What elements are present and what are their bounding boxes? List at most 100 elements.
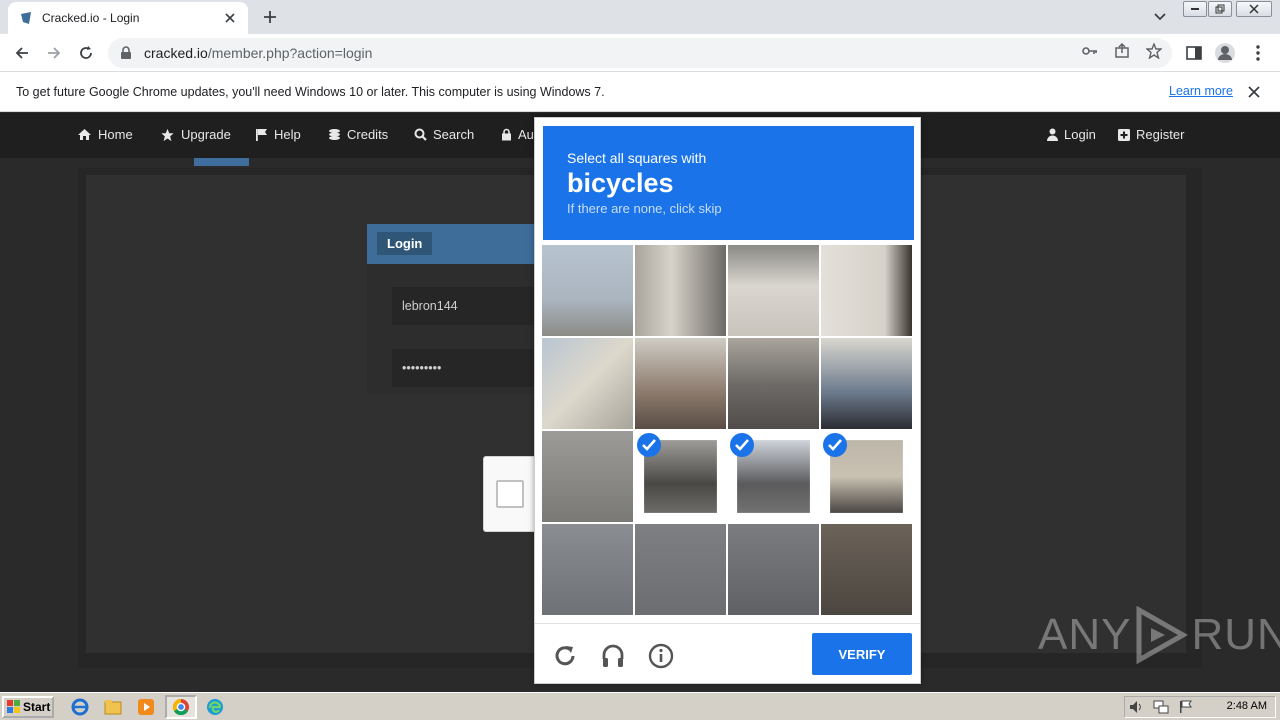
challenge-tile-image — [821, 524, 912, 615]
nav-register-label: Register — [1136, 127, 1185, 142]
chrome-icon[interactable] — [171, 697, 191, 717]
challenge-tile[interactable] — [542, 431, 633, 522]
coins-icon — [329, 129, 340, 140]
challenge-footer: VERIFY — [535, 623, 920, 683]
internet-explorer-icon[interactable] — [70, 697, 90, 717]
nav-upgrade-label: Upgrade — [181, 127, 231, 142]
nav-login[interactable]: Login — [1047, 127, 1096, 142]
challenge-tile[interactable] — [635, 524, 726, 615]
file-explorer-icon[interactable] — [103, 697, 123, 717]
update-infobar: To get future Google Chrome updates, you… — [0, 72, 1280, 112]
nav-auth[interactable]: Au — [501, 127, 534, 142]
challenge-tile[interactable] — [821, 524, 912, 615]
nav-auth-label: Au — [518, 127, 534, 142]
url-path: /member.php?action=login — [207, 45, 373, 61]
challenge-tile[interactable] — [821, 431, 912, 522]
system-tray: 2:48 AM — [1124, 696, 1276, 718]
play-triangle-icon — [1136, 606, 1189, 664]
star-icon — [161, 128, 174, 141]
edge-icon[interactable] — [205, 697, 225, 717]
tab-title: Cracked.io - Login — [42, 11, 140, 25]
nav-upgrade[interactable]: Upgrade — [160, 127, 231, 142]
volume-icon[interactable] — [1129, 700, 1145, 717]
tab-strip: Cracked.io - Login — [0, 0, 1280, 34]
browser-tab[interactable]: Cracked.io - Login — [8, 2, 248, 34]
audio-challenge-headphones-icon[interactable] — [599, 642, 627, 670]
back-arrow-icon[interactable] — [10, 41, 34, 65]
menu-kebab-icon[interactable] — [1246, 41, 1270, 65]
infobar-message: To get future Google Chrome updates, you… — [16, 84, 605, 99]
tab-search-chevron-icon[interactable] — [1150, 8, 1170, 26]
nav-home-label: Home — [98, 127, 133, 142]
action-center-flag-icon[interactable] — [1179, 700, 1193, 717]
challenge-tile[interactable] — [542, 245, 633, 336]
challenge-instruction: Select all squares with — [567, 150, 707, 166]
close-window-icon[interactable] — [1236, 1, 1272, 17]
learn-more-link[interactable]: Learn more — [1169, 84, 1233, 98]
start-label: Start — [23, 700, 51, 714]
challenge-tile[interactable] — [542, 524, 633, 615]
close-infobar-icon[interactable] — [1246, 84, 1262, 100]
anyrun-watermark: ANY RUN — [1038, 606, 1280, 664]
selected-checkmark-icon — [823, 433, 847, 457]
nav-help-label: Help — [274, 127, 301, 142]
captcha-checkbox[interactable] — [496, 480, 524, 508]
captcha-challenge: Select all squares with bicycles If ther… — [534, 117, 921, 684]
nav-active-indicator — [194, 158, 249, 166]
challenge-image-grid — [542, 245, 914, 617]
minimize-window-icon[interactable] — [1183, 1, 1207, 17]
start-button[interactable]: Start — [2, 696, 54, 718]
taskbar-clock[interactable]: 2:48 AM — [1227, 700, 1267, 712]
lock-icon — [502, 128, 511, 141]
challenge-tile[interactable] — [542, 338, 633, 429]
nav-credits[interactable]: Credits — [328, 127, 388, 142]
search-icon — [414, 128, 427, 141]
home-icon — [78, 129, 91, 140]
challenge-tile-image — [542, 245, 633, 336]
site-favicon-icon — [18, 10, 34, 26]
close-tab-icon[interactable] — [222, 10, 238, 26]
restore-window-icon[interactable] — [1208, 1, 1232, 17]
watermark-right: RUN — [1191, 610, 1280, 659]
challenge-tile[interactable] — [635, 431, 726, 522]
media-player-icon[interactable] — [136, 697, 156, 717]
selected-checkmark-icon — [730, 433, 754, 457]
nav-register[interactable]: Register — [1118, 127, 1184, 142]
challenge-tile[interactable] — [728, 524, 819, 615]
challenge-tile[interactable] — [635, 338, 726, 429]
browser-toolbar: cracked.io/member.php?action=login — [0, 34, 1280, 72]
verify-button[interactable]: VERIFY — [812, 633, 912, 675]
challenge-tile-image — [635, 524, 726, 615]
challenge-tile-image — [542, 524, 633, 615]
key-icon[interactable] — [1080, 41, 1100, 61]
challenge-tile[interactable] — [821, 338, 912, 429]
challenge-tile[interactable] — [728, 338, 819, 429]
new-tab-icon[interactable] — [258, 7, 282, 27]
profile-avatar-icon[interactable] — [1213, 41, 1237, 65]
nav-search[interactable]: Search — [414, 127, 474, 142]
selected-checkmark-icon — [637, 433, 661, 457]
bookmark-star-icon[interactable] — [1144, 41, 1164, 61]
forward-arrow-icon[interactable] — [42, 41, 66, 65]
side-panel-icon[interactable] — [1182, 41, 1206, 65]
login-title: Login — [377, 232, 433, 255]
plus-square-icon — [1118, 128, 1130, 141]
nav-help[interactable]: Help — [255, 127, 301, 142]
challenge-tile[interactable] — [635, 245, 726, 336]
watermark-left: ANY — [1038, 610, 1132, 659]
challenge-header: Select all squares with bicycles If ther… — [543, 126, 914, 240]
challenge-tile-image — [821, 245, 912, 336]
challenge-tile[interactable] — [728, 245, 819, 336]
nav-home[interactable]: Home — [77, 127, 133, 142]
challenge-tile[interactable] — [728, 431, 819, 522]
challenge-hint: If there are none, click skip — [567, 201, 722, 216]
lock-icon[interactable] — [120, 46, 134, 60]
reload-challenge-icon[interactable] — [551, 642, 579, 670]
reload-icon[interactable] — [74, 41, 98, 65]
address-bar[interactable]: cracked.io/member.php?action=login — [108, 38, 1172, 68]
windows-taskbar: Start 2:48 AM — [0, 692, 1280, 720]
info-icon[interactable] — [647, 642, 675, 670]
network-icon[interactable] — [1153, 700, 1169, 717]
challenge-tile[interactable] — [821, 245, 912, 336]
share-icon[interactable] — [1112, 41, 1132, 61]
